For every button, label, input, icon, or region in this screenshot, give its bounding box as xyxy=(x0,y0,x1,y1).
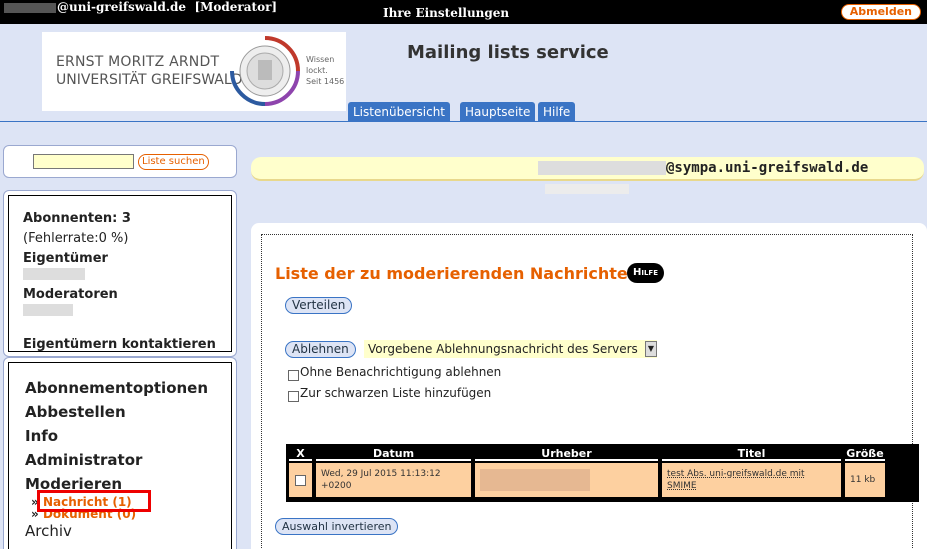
blacklist-checkbox[interactable] xyxy=(288,391,299,402)
reject-silent-checkbox[interactable] xyxy=(288,370,299,381)
row-title-cell[interactable]: test Abs. uni-greifswald.de mit SMIME xyxy=(662,463,841,497)
redacted-owner xyxy=(23,268,85,280)
chevron-down-icon: ▼ xyxy=(645,341,657,357)
reject-button[interactable]: Ablehnen xyxy=(285,341,356,358)
column-header-title[interactable]: Titel xyxy=(662,447,841,461)
redacted-author xyxy=(480,469,590,491)
row-size-cell: 11 kb xyxy=(845,463,885,497)
owners-label: Eigentümer xyxy=(23,251,108,266)
help-button[interactable]: Hilfe xyxy=(627,263,664,283)
row-date: Wed, 29 Jul 2015 11:13:12 xyxy=(321,469,441,479)
row-author-cell xyxy=(475,463,658,497)
error-rate: (Fehlerrate:0 %) xyxy=(23,231,129,246)
list-address: @sympa.uni-greifswald.de xyxy=(538,160,868,176)
logo-motto: Wissen lockt. Seit 1456 xyxy=(306,55,345,86)
list-name-bar: @sympa.uni-greifswald.de xyxy=(251,157,924,181)
reject-silent-label: Ohne Benachrichtigung ablehnen xyxy=(300,365,502,379)
row-title-cont: SMIME xyxy=(667,481,697,491)
tab-list-overview[interactable]: Listenübersicht xyxy=(348,102,450,122)
redacted-username xyxy=(4,2,56,13)
user-email-suffix: @uni-greifswald.de xyxy=(57,0,187,14)
list-search-box: Liste suchen xyxy=(3,145,237,178)
university-seal-icon xyxy=(230,36,300,106)
redacted-list-subject xyxy=(545,184,629,194)
moderators-label: Moderatoren xyxy=(23,287,118,302)
logo-line2: UNIVERSITÄT GREIFSWALD xyxy=(56,72,243,88)
blacklist-label: Zur schwarzen Liste hinzufügen xyxy=(300,386,492,400)
menu-unsubscribe[interactable]: Abbestellen xyxy=(25,403,126,421)
user-identity: @uni-greifswald.de [Moderator] xyxy=(4,0,277,14)
row-date-cell: Wed, 29 Jul 2015 11:13:12 +0200 xyxy=(316,463,471,497)
list-menu-panel: Abonnementoptionen Abbestellen Info Admi… xyxy=(3,357,237,549)
tab-help[interactable]: Hilfe xyxy=(538,102,576,122)
menu-archive[interactable]: Archiv xyxy=(25,522,72,540)
site-title: Mailing lists service xyxy=(407,42,609,63)
row-select-checkbox[interactable] xyxy=(295,475,306,486)
messages-table: X Datum Urheber Titel Größe Wed, 29 Jul … xyxy=(286,444,919,502)
list-domain: @sympa.uni-greifswald.de xyxy=(666,160,869,176)
redacted-moderator xyxy=(23,304,73,316)
user-role: [Moderator] xyxy=(194,0,278,14)
moderation-panel: Liste der zu moderierenden Nachrichten H… xyxy=(251,223,927,549)
tab-home[interactable]: Hauptseite xyxy=(460,102,536,122)
university-logo[interactable]: ERNST MORITZ ARNDT UNIVERSITÄT GREIFSWAL… xyxy=(42,32,346,111)
redacted-list-name xyxy=(538,161,666,175)
distribute-button[interactable]: Verteilen xyxy=(285,297,353,314)
reject-reason-select[interactable]: Vorgebene Ablehnungsnachricht des Server… xyxy=(364,340,657,358)
top-bar: @uni-greifswald.de [Moderator] Ihre Eins… xyxy=(0,0,927,24)
list-search-input[interactable] xyxy=(33,154,134,169)
list-search-button[interactable]: Liste suchen xyxy=(138,154,209,170)
menu-info[interactable]: Info xyxy=(25,427,58,445)
column-header-date[interactable]: Datum xyxy=(316,447,471,461)
menu-subscription-options[interactable]: Abonnementoptionen xyxy=(25,379,208,397)
row-size: 11 kb xyxy=(850,475,876,485)
logout-button[interactable]: Abmelden xyxy=(840,4,921,20)
invert-selection-button[interactable]: Auswahl invertieren xyxy=(275,518,399,535)
highlight-box xyxy=(37,490,151,512)
row-timezone: +0200 xyxy=(321,481,352,491)
subscriber-count: Abonnenten: 3 xyxy=(23,211,131,226)
list-info-panel: Abonnenten: 3 (Fehlerrate:0 %) Eigentüme… xyxy=(3,190,237,357)
column-header-size[interactable]: Größe xyxy=(845,447,885,461)
column-header-select: X xyxy=(289,447,312,461)
table-row xyxy=(289,463,312,497)
moderation-heading: Liste der zu moderierenden Nachrichten xyxy=(275,264,640,283)
row-title: test Abs. uni-greifswald.de mit xyxy=(667,469,805,479)
contact-owners-link[interactable]: Eigentümern kontaktieren xyxy=(23,337,216,352)
reject-reason-value: Vorgebene Ablehnungsnachricht des Server… xyxy=(368,342,638,356)
column-header-author[interactable]: Urheber xyxy=(475,447,658,461)
menu-admin[interactable]: Administrator xyxy=(25,451,142,469)
settings-link[interactable]: Ihre Einstellungen xyxy=(383,6,509,20)
nav-divider xyxy=(0,121,927,122)
logo-line1: ERNST MORITZ ARNDT xyxy=(56,54,220,70)
